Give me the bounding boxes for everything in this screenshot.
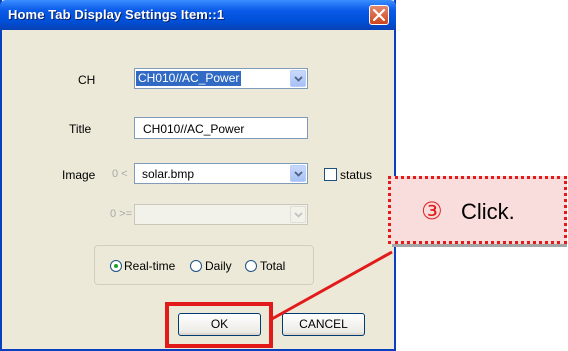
callout-shadow [392, 244, 567, 247]
callout-box: ③ Click. [388, 176, 567, 244]
ok-highlight-box [165, 302, 273, 348]
step-instruction: Click. [461, 199, 515, 224]
step-number: ③ [421, 197, 443, 225]
